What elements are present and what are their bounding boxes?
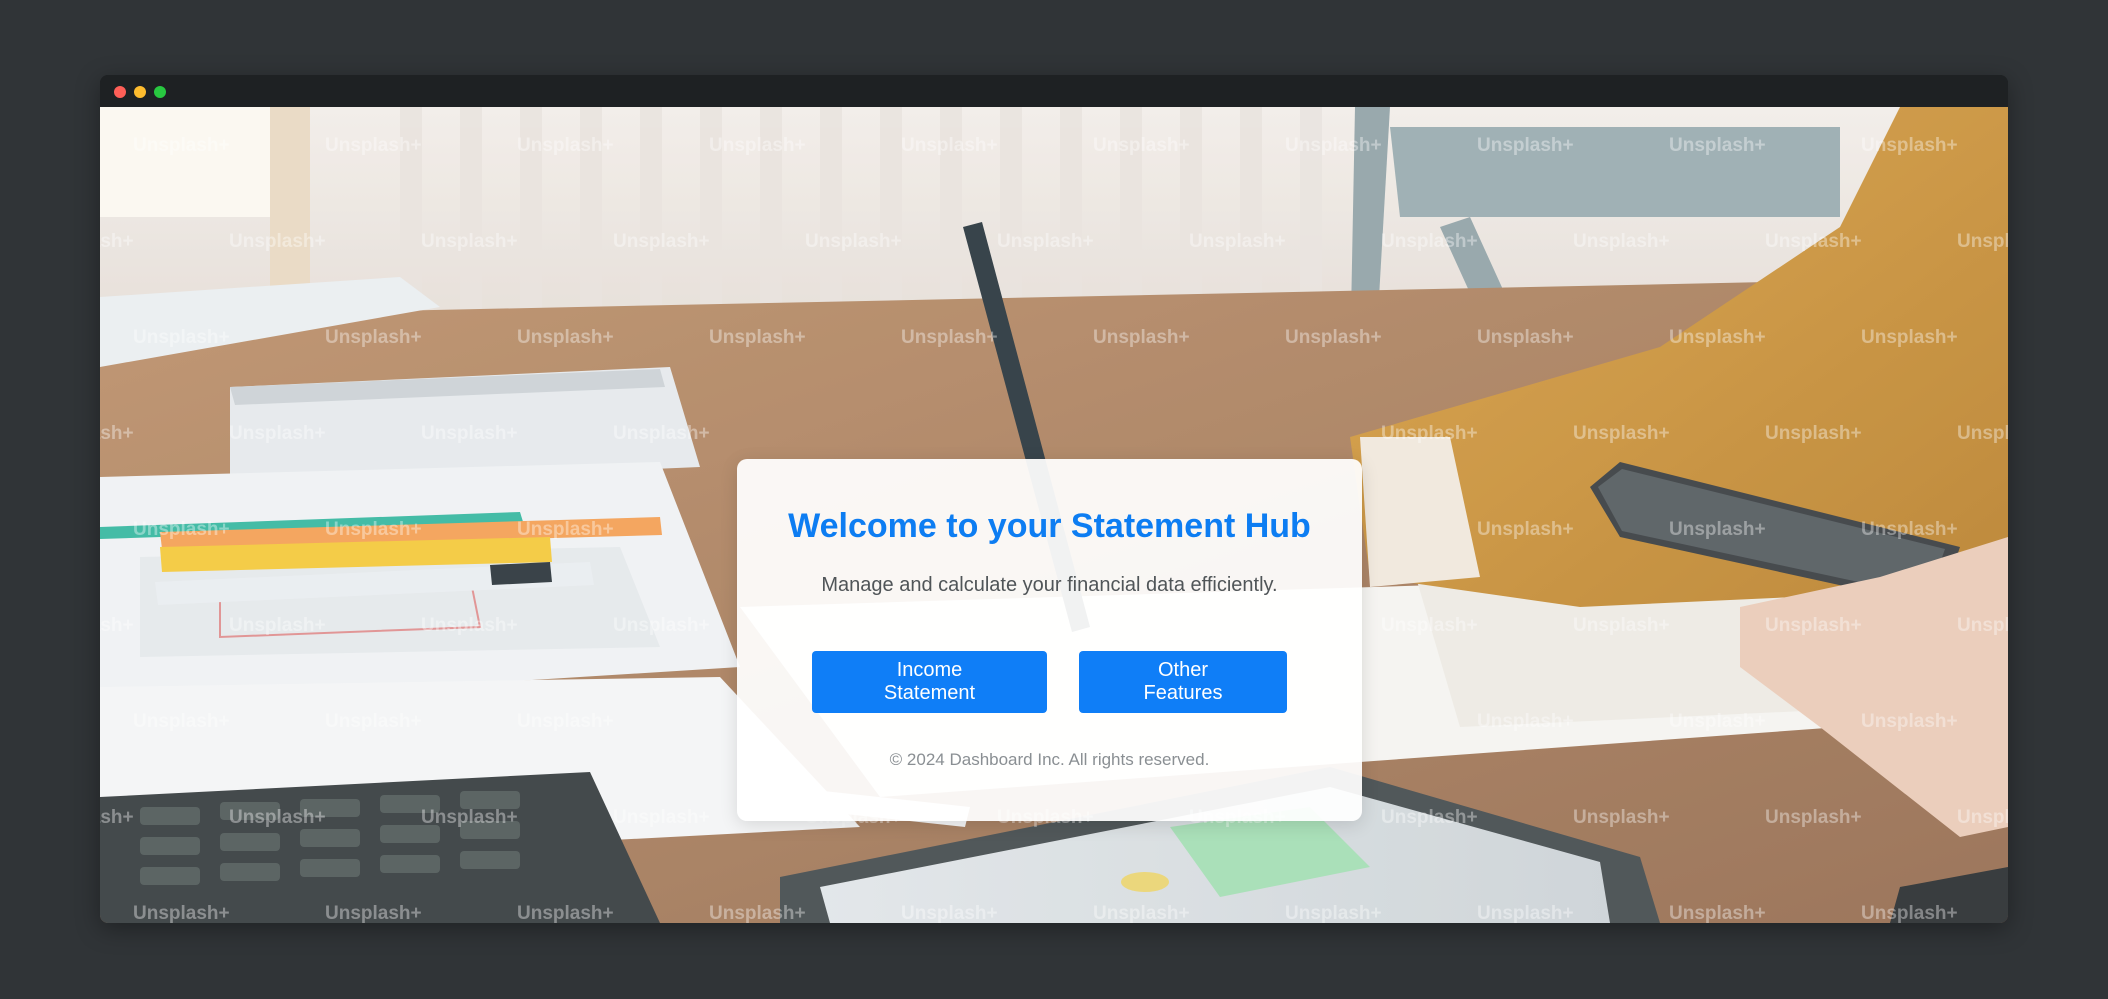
minimize-window-icon[interactable] bbox=[134, 86, 146, 98]
page-title: Welcome to your Statement Hub bbox=[788, 507, 1311, 545]
maximize-window-icon[interactable] bbox=[154, 86, 166, 98]
window-titlebar bbox=[100, 75, 2008, 107]
income-statement-button[interactable]: Income Statement bbox=[812, 651, 1047, 713]
page-subtitle: Manage and calculate your financial data… bbox=[821, 574, 1278, 596]
close-window-icon[interactable] bbox=[114, 86, 126, 98]
browser-window: Unsplash+ Unsplash+ Unsplash+ Unsplash+ … bbox=[100, 75, 2008, 923]
action-buttons: Income Statement Other Features bbox=[737, 651, 1362, 713]
page-viewport: Unsplash+ Unsplash+ Unsplash+ Unsplash+ … bbox=[100, 107, 2008, 923]
welcome-card: Welcome to your Statement Hub Manage and… bbox=[737, 459, 1362, 821]
copyright-footer: © 2024 Dashboard Inc. All rights reserve… bbox=[889, 750, 1210, 769]
other-features-button[interactable]: Other Features bbox=[1079, 651, 1287, 713]
